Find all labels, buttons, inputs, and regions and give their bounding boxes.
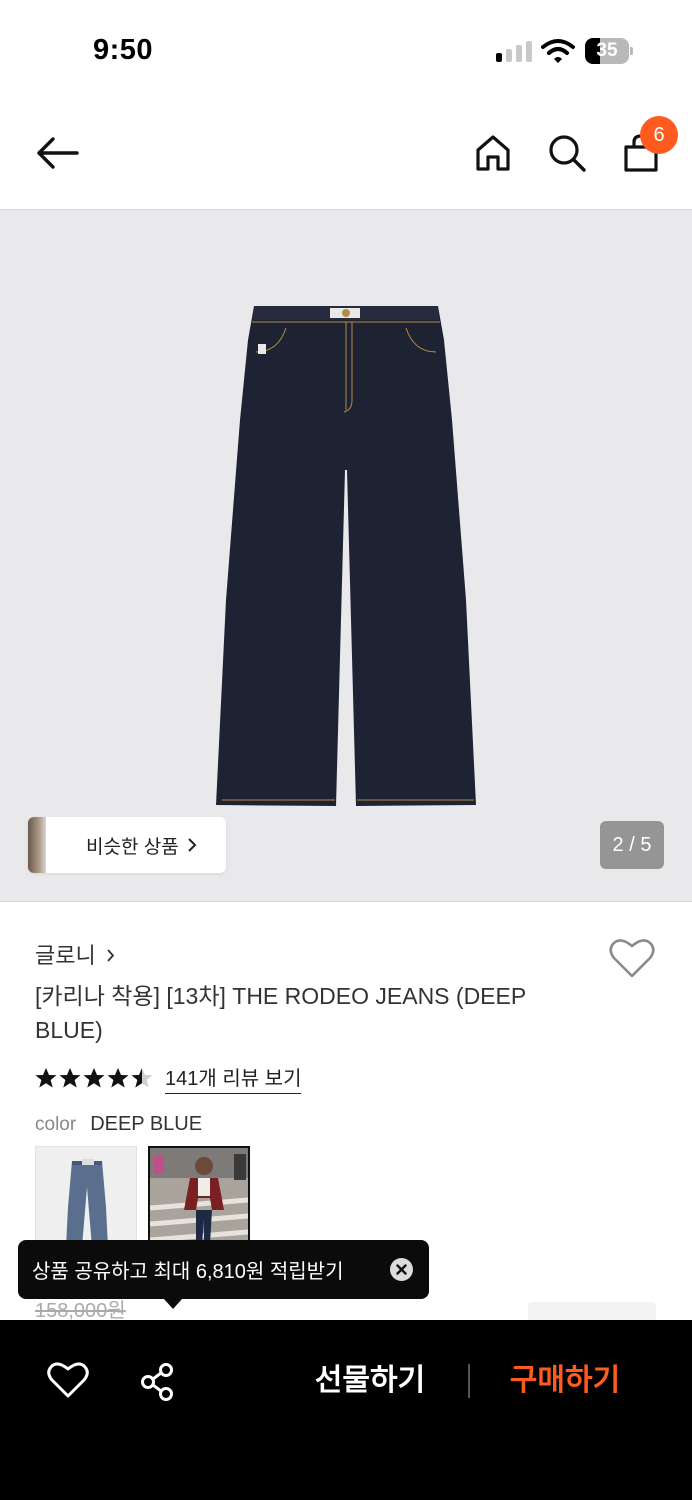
selected-color: DEEP BLUE xyxy=(90,1113,203,1135)
tooltip-arrow xyxy=(164,1299,182,1309)
similar-products-button[interactable]: 비슷한 상품 xyxy=(28,817,226,873)
buy-button[interactable]: 구매하기 xyxy=(495,1356,635,1406)
tooltip-close-button[interactable] xyxy=(390,1258,413,1281)
cart-count-badge: 6 xyxy=(640,116,678,154)
share-button[interactable] xyxy=(136,1360,180,1404)
wishlist-button[interactable] xyxy=(608,936,656,980)
star-full-icon xyxy=(59,1068,81,1088)
close-icon xyxy=(396,1264,407,1275)
brand-name: 글로니 xyxy=(35,943,96,968)
status-time: 9:50 xyxy=(93,34,154,66)
gift-button[interactable]: 선물하기 xyxy=(300,1356,440,1406)
wifi-icon xyxy=(541,38,575,64)
heart-outline-icon xyxy=(609,939,655,978)
back-button[interactable] xyxy=(32,128,82,178)
bottom-wishlist-button[interactable] xyxy=(46,1360,90,1404)
cellular-signal-icon xyxy=(496,40,532,62)
color-option-row: color DEEP BLUE xyxy=(35,1113,202,1136)
search-icon xyxy=(549,135,586,172)
battery-percent: 35 xyxy=(596,40,618,61)
color-swatch-jeans[interactable] xyxy=(35,1146,137,1246)
top-navigation xyxy=(0,100,692,210)
divider xyxy=(468,1364,470,1398)
rating-row: 141개 리뷰 보기 xyxy=(35,1062,302,1094)
share-icon xyxy=(141,1363,173,1401)
share-reward-tooltip: 상품 공유하고 최대 6,810원 적립받기 xyxy=(18,1240,429,1309)
chevron-right-icon xyxy=(107,948,114,962)
similar-products-label: 비슷한 상품 xyxy=(86,836,179,858)
chevron-right-icon xyxy=(187,838,197,852)
heart-outline-icon xyxy=(47,1362,89,1398)
product-title: [카리나 착용] [13차] THE RODEO JEANS (DEEP BLU… xyxy=(35,983,526,1043)
color-label: color xyxy=(35,1114,77,1135)
rating-stars xyxy=(35,1067,153,1089)
star-half-icon xyxy=(131,1068,153,1088)
reviews-link[interactable]: 141개 리뷰 보기 xyxy=(165,1062,302,1094)
back-arrow-icon xyxy=(37,137,79,169)
home-icon xyxy=(476,135,510,171)
image-page-indicator: 2 / 5 xyxy=(600,821,664,869)
share-reward-text: 상품 공유하고 최대 6,810원 적립받기 xyxy=(32,1261,344,1283)
jeans-product-image xyxy=(216,306,476,806)
similar-product-thumbnail xyxy=(28,817,46,873)
search-button[interactable] xyxy=(542,128,592,178)
home-button[interactable] xyxy=(468,128,518,178)
brand-link[interactable]: 글로니 xyxy=(35,938,115,970)
bottom-action-bar: 선물하기 구매하기 xyxy=(0,1320,692,1500)
battery-icon: 35 xyxy=(585,38,633,64)
product-image-gallery[interactable]: 비슷한 상품 2 / 5 xyxy=(0,209,692,902)
model-photo-thumbnail xyxy=(150,1148,248,1244)
star-full-icon xyxy=(83,1068,105,1088)
star-full-icon xyxy=(35,1068,57,1088)
color-swatch-model-photo[interactable] xyxy=(148,1146,250,1246)
jeans-thumbnail xyxy=(66,1159,108,1245)
star-full-icon xyxy=(107,1068,129,1088)
status-bar: 9:50 35 xyxy=(0,0,692,100)
